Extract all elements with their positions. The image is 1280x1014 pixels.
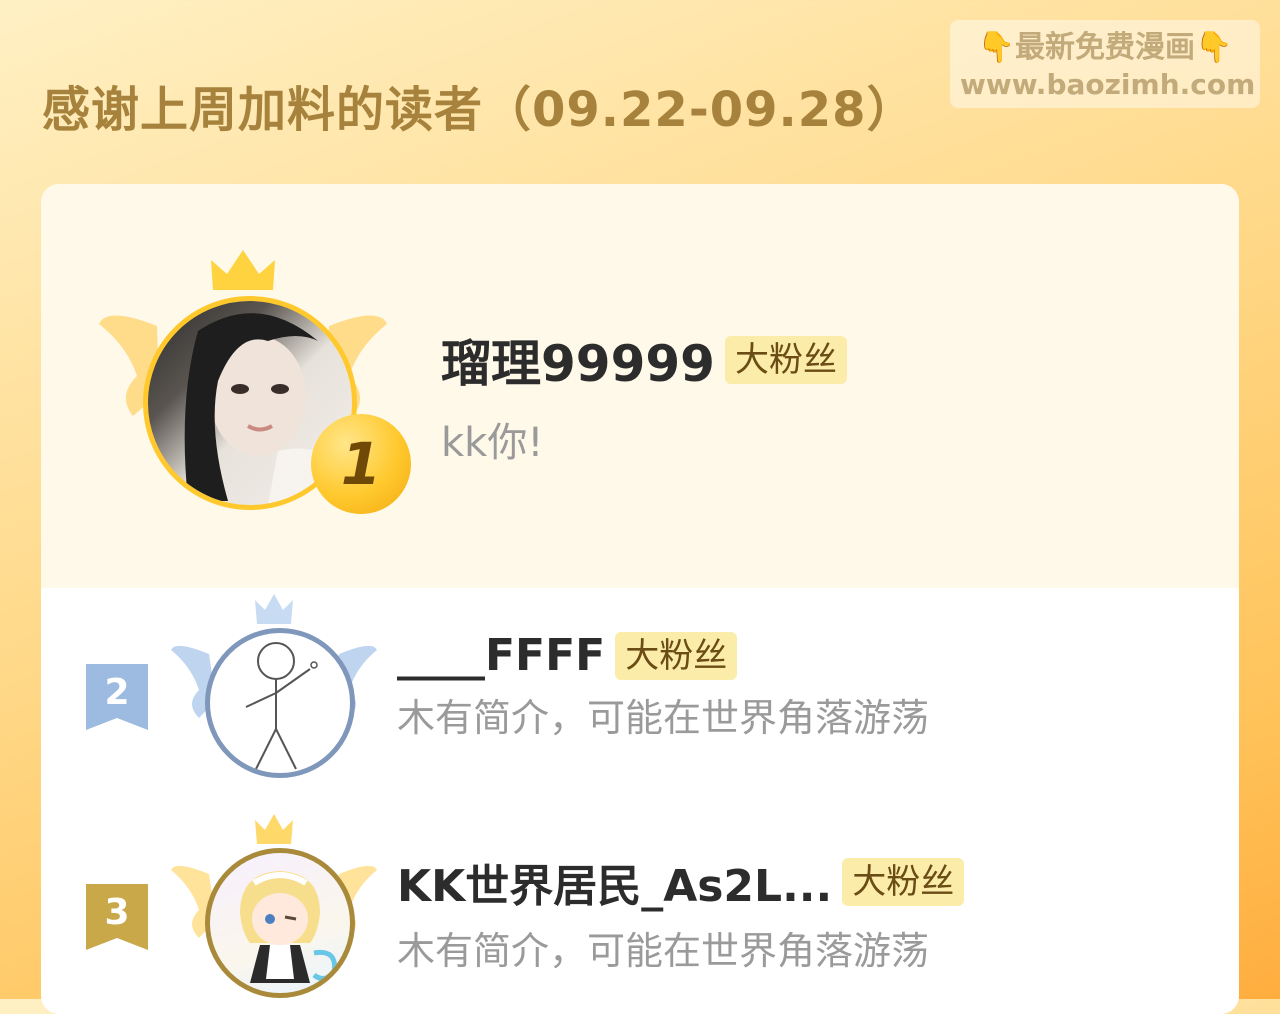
rank-number: 3	[104, 892, 130, 933]
reader-name[interactable]: 瑠理99999	[441, 324, 715, 396]
page-title: 感谢上周加料的读者（09.22-09.28）	[42, 82, 916, 138]
watermark-url: www.baozimh.com	[960, 68, 1256, 101]
stick-figure-avatar[interactable]	[205, 628, 355, 778]
rank-2-avatar-frame	[169, 594, 379, 784]
reader-info: KK世界居民_As2L... 大粉丝 木有简介，可能在世界角落游荡	[397, 850, 965, 975]
rank-1-avatar-frame: 1	[97, 246, 411, 516]
watermark-text: 最新免费漫画	[1015, 30, 1195, 65]
reader-bio: kk你!	[441, 420, 544, 466]
reader-ranking-panel: 1 瑠理99999 大粉丝 kk你! 2 ____FFFF 大粉丝 木有简介，可…	[41, 184, 1239, 1014]
rank-3-flag-icon: 3	[86, 884, 148, 950]
reader-name[interactable]: ____FFFF	[397, 630, 605, 681]
reader-row-1[interactable]: 1 瑠理99999 大粉丝 kk你!	[41, 184, 1239, 588]
reader-row-2[interactable]: 2 ____FFFF 大粉丝 木有简介，可能在世界角落游荡	[41, 594, 1239, 794]
pointing-down-icon: 👇	[977, 30, 1015, 65]
rank-3-avatar-frame	[169, 814, 379, 1004]
reader-row-3[interactable]: 3 KK世界居民_As2L... 大粉丝 木有简介，可能在世界角落游荡	[41, 814, 1239, 1014]
anime-maid-avatar[interactable]	[205, 848, 355, 998]
reader-info: ____FFFF 大粉丝 木有简介，可能在世界角落游荡	[397, 630, 929, 742]
top-reader-section: 1 瑠理99999 大粉丝 kk你!	[41, 184, 1239, 588]
rank-number: 2	[104, 672, 130, 713]
watermark: 👇最新免费漫画👇 www.baozimh.com	[950, 20, 1260, 108]
fan-level-badge: 大粉丝	[615, 631, 738, 680]
fan-level-badge: 大粉丝	[724, 336, 847, 384]
pointing-down-icon: 👇	[1195, 30, 1233, 65]
reader-bio: 木有简介，可能在世界角落游荡	[397, 929, 930, 973]
reader-info: 瑠理99999 大粉丝 kk你!	[441, 324, 847, 468]
reader-name[interactable]: KK世界居民_As2L...	[397, 850, 832, 914]
rank-medal-icon: 1	[311, 414, 411, 514]
rank-2-flag-icon: 2	[86, 664, 148, 730]
fan-level-badge: 大粉丝	[842, 858, 965, 906]
reader-bio: 木有简介，可能在世界角落游荡	[397, 696, 930, 740]
